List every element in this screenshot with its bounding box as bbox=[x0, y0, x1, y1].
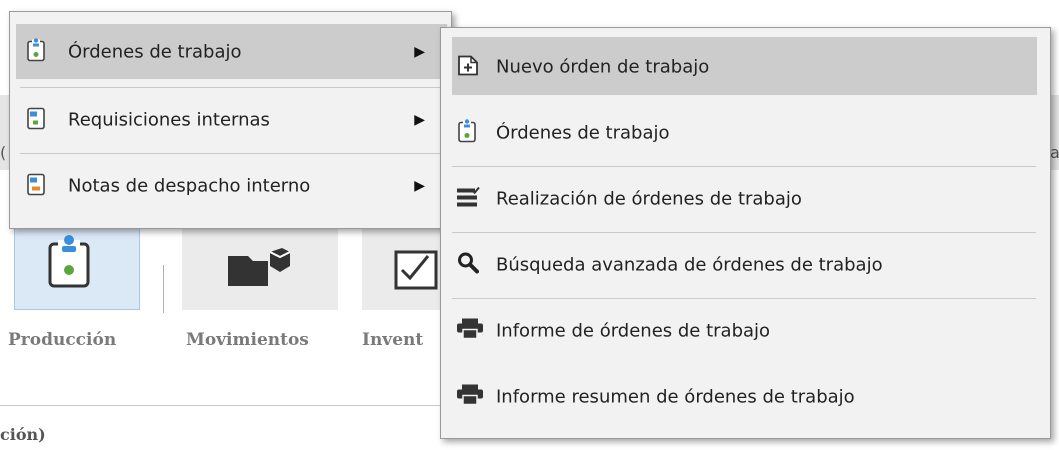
inventory-check-icon bbox=[394, 250, 438, 290]
production-button[interactable]: Producción bbox=[8, 226, 144, 350]
printer-icon bbox=[457, 318, 483, 345]
ribbon-toolbar: Producción Movimientos Invent bbox=[0, 226, 442, 350]
menu-item-label: Órdenes de trabajo bbox=[496, 122, 670, 144]
submenu-arrow-icon: ▶ bbox=[414, 44, 425, 60]
work-order-doc-icon bbox=[457, 119, 477, 148]
production-label: Producción bbox=[8, 330, 117, 350]
production-icon bbox=[48, 235, 90, 288]
submenu-arrow-icon: ▶ bbox=[414, 112, 425, 128]
menu-item-label: Informe resumen de órdenes de trabajo bbox=[496, 386, 855, 408]
edit-list-icon bbox=[457, 186, 481, 213]
ribbon-separator bbox=[163, 265, 164, 313]
inventory-label: Invent bbox=[362, 330, 424, 350]
status-bar-text: ción) bbox=[0, 425, 46, 444]
menu-item-label: Nuevo órden de trabajo bbox=[496, 56, 710, 78]
menu-item-internal-requisitions[interactable]: Requisiciones internas ▶ bbox=[10, 86, 451, 154]
menu-item-label: Notas de despacho interno bbox=[68, 175, 311, 197]
menu-item-work-order-report[interactable]: Informe de órdenes de trabajo bbox=[441, 299, 1050, 363]
menu-item-work-orders[interactable]: Órdenes de trabajo ▶ bbox=[10, 18, 451, 86]
menu-item-advanced-search[interactable]: Búsqueda avanzada de órdenes de trabajo bbox=[441, 233, 1050, 297]
menu-item-label: Requisiciones internas bbox=[68, 109, 270, 131]
work-orders-submenu: Nuevo órden de trabajo Órdenes de trabaj… bbox=[440, 27, 1051, 439]
dispatch-note-doc-icon bbox=[26, 172, 46, 201]
new-document-icon bbox=[457, 53, 479, 82]
requisition-doc-icon bbox=[26, 106, 46, 135]
work-order-doc-icon bbox=[26, 38, 46, 67]
menu-item-label: Órdenes de trabajo bbox=[68, 41, 242, 63]
menu-item-label: Informe de órdenes de trabajo bbox=[496, 320, 771, 342]
menu-item-new-work-order[interactable]: Nuevo órden de trabajo bbox=[441, 35, 1050, 99]
movements-button[interactable]: Movimientos bbox=[182, 226, 342, 350]
movements-label: Movimientos bbox=[186, 330, 309, 350]
menu-item-work-order-summary-report[interactable]: Informe resumen de órdenes de trabajo bbox=[441, 365, 1050, 429]
folder-box-icon bbox=[228, 248, 290, 286]
menu-item-work-orders-list[interactable]: Órdenes de trabajo bbox=[441, 101, 1050, 165]
menu-item-label: Realización de órdenes de trabajo bbox=[496, 188, 802, 210]
search-icon bbox=[457, 252, 479, 279]
submenu-arrow-icon: ▶ bbox=[414, 178, 425, 194]
background-text-fragment: a bbox=[1050, 143, 1059, 162]
inventory-button[interactable]: Invent bbox=[362, 226, 442, 350]
menu-item-label: Búsqueda avanzada de órdenes de trabajo bbox=[496, 254, 883, 276]
background-text-fragment: ( bbox=[0, 143, 7, 162]
menu-item-dispatch-notes[interactable]: Notas de despacho interno ▶ bbox=[10, 152, 451, 220]
menu-item-work-order-execution[interactable]: Realización de órdenes de trabajo bbox=[441, 167, 1050, 231]
primary-menu: Órdenes de trabajo ▶ Requisiciones inter… bbox=[9, 11, 452, 229]
printer-icon bbox=[457, 384, 483, 411]
divider bbox=[0, 405, 440, 406]
